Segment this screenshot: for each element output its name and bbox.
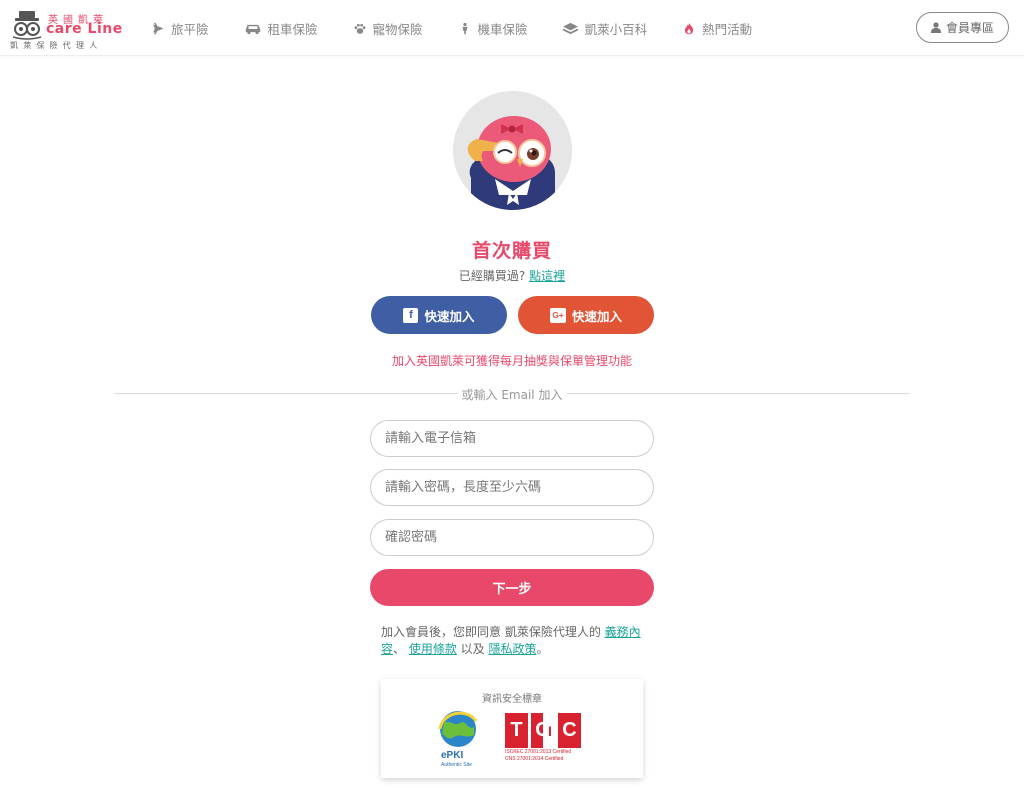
logo-sub-text: 凱萊保險代理人	[10, 41, 103, 50]
member-area-label: 會員專區	[945, 21, 994, 35]
fire-icon	[681, 21, 697, 35]
tcic-letter: T	[505, 713, 528, 748]
facebook-join-button[interactable]: f 快速加入	[371, 296, 507, 334]
facebook-join-label: 快速加入	[424, 308, 475, 324]
tcic-badge[interactable]: T C I C ISO/IEC 27001:2013 Certified CNS…	[505, 713, 583, 763]
careline-logo[interactable]: 英國凱萊 care Line 凱萊保險代理人	[10, 9, 130, 51]
nav-car-rental-insurance[interactable]: 租車保險	[243, 19, 318, 38]
tcic-cert-line-2: CNS 27001:2014 Certified	[505, 756, 564, 762]
book-icon	[562, 21, 580, 35]
terms-sep: 、	[393, 642, 409, 656]
nav-label: 機車保險	[477, 21, 528, 37]
google-plus-icon: G+	[549, 307, 566, 323]
epki-sub-label: Authentic Site	[441, 762, 472, 768]
nav-label: 熱門活動	[702, 21, 753, 37]
epki-label: ePKI	[441, 750, 464, 761]
tcic-letter: I	[543, 713, 557, 748]
terms-text: 加入會員後，您即同意 凱萊保險代理人的 義務內容、 使用條款 以及 隱私政策。	[381, 624, 645, 658]
member-area-button[interactable]: 會員專區	[916, 12, 1009, 43]
nav-pet-insurance[interactable]: 寵物保險	[352, 19, 423, 38]
google-join-button[interactable]: G+ 快速加入	[518, 296, 654, 334]
email-field[interactable]	[370, 420, 654, 457]
security-badges-card: 資訊安全標章 ePKI Authentic Site T C I C ISO/I…	[381, 679, 643, 778]
page-title: 首次購買	[471, 240, 552, 262]
paw-icon	[352, 21, 368, 35]
owl-mascot-avatar	[453, 91, 572, 210]
nav-hot-events[interactable]: 熱門活動	[681, 19, 752, 38]
tcic-letter: C	[558, 713, 581, 748]
login-here-link[interactable]: 點這裡	[529, 269, 565, 283]
scooter-icon	[457, 21, 473, 35]
google-join-label: 快速加入	[571, 308, 622, 324]
divider-text: 或輸入 Email 加入	[461, 388, 563, 402]
terms-prefix: 加入會員後，您即同意 凱萊保險代理人的	[381, 625, 605, 639]
promo-text: 加入英國凱萊可獲得每月抽獎與保單管理功能	[391, 354, 632, 368]
terms-of-use-link[interactable]: 使用條款	[409, 642, 457, 656]
nav-scooter-insurance[interactable]: 機車保險	[457, 19, 528, 38]
password-field[interactable]	[370, 469, 654, 506]
nav-label: 凱萊小百科	[584, 21, 648, 37]
top-header: 英國凱萊 care Line 凱萊保險代理人 旅平險 租車保險 寵物保險 機車保…	[0, 0, 1024, 56]
terms-suffix: 。	[536, 642, 549, 656]
nav-label: 租車保險	[267, 21, 318, 37]
main-nav: 旅平險 租車保險 寵物保險 機車保險 凱萊小百科 熱門活動	[150, 18, 786, 38]
nav-label: 旅平險	[171, 21, 209, 37]
security-title: 資訊安全標章	[482, 694, 542, 705]
already-purchased-label: 已經購買過?	[458, 269, 526, 283]
nav-encyclopedia[interactable]: 凱萊小百科	[562, 19, 648, 38]
terms-sep: 以及	[456, 642, 489, 656]
user-icon	[930, 22, 941, 33]
nav-travel-insurance[interactable]: 旅平險	[150, 19, 209, 38]
privacy-policy-link[interactable]: 隱私政策	[489, 642, 537, 656]
divider-right	[567, 393, 910, 394]
already-purchased-text: 已經購買過? 點這裡	[0, 267, 1024, 284]
logo-brand-text: care Line	[46, 21, 123, 37]
next-step-button[interactable]: 下一步	[370, 569, 654, 606]
logo-mascot-icon	[12, 11, 42, 40]
confirm-password-field[interactable]	[370, 519, 654, 556]
airplane-icon	[150, 21, 166, 35]
nav-label: 寵物保險	[372, 21, 423, 37]
car-icon	[243, 21, 263, 35]
facebook-icon: f	[403, 307, 419, 323]
tcic-cert-line-1: ISO/IEC 27001:2013 Certified	[505, 749, 572, 755]
